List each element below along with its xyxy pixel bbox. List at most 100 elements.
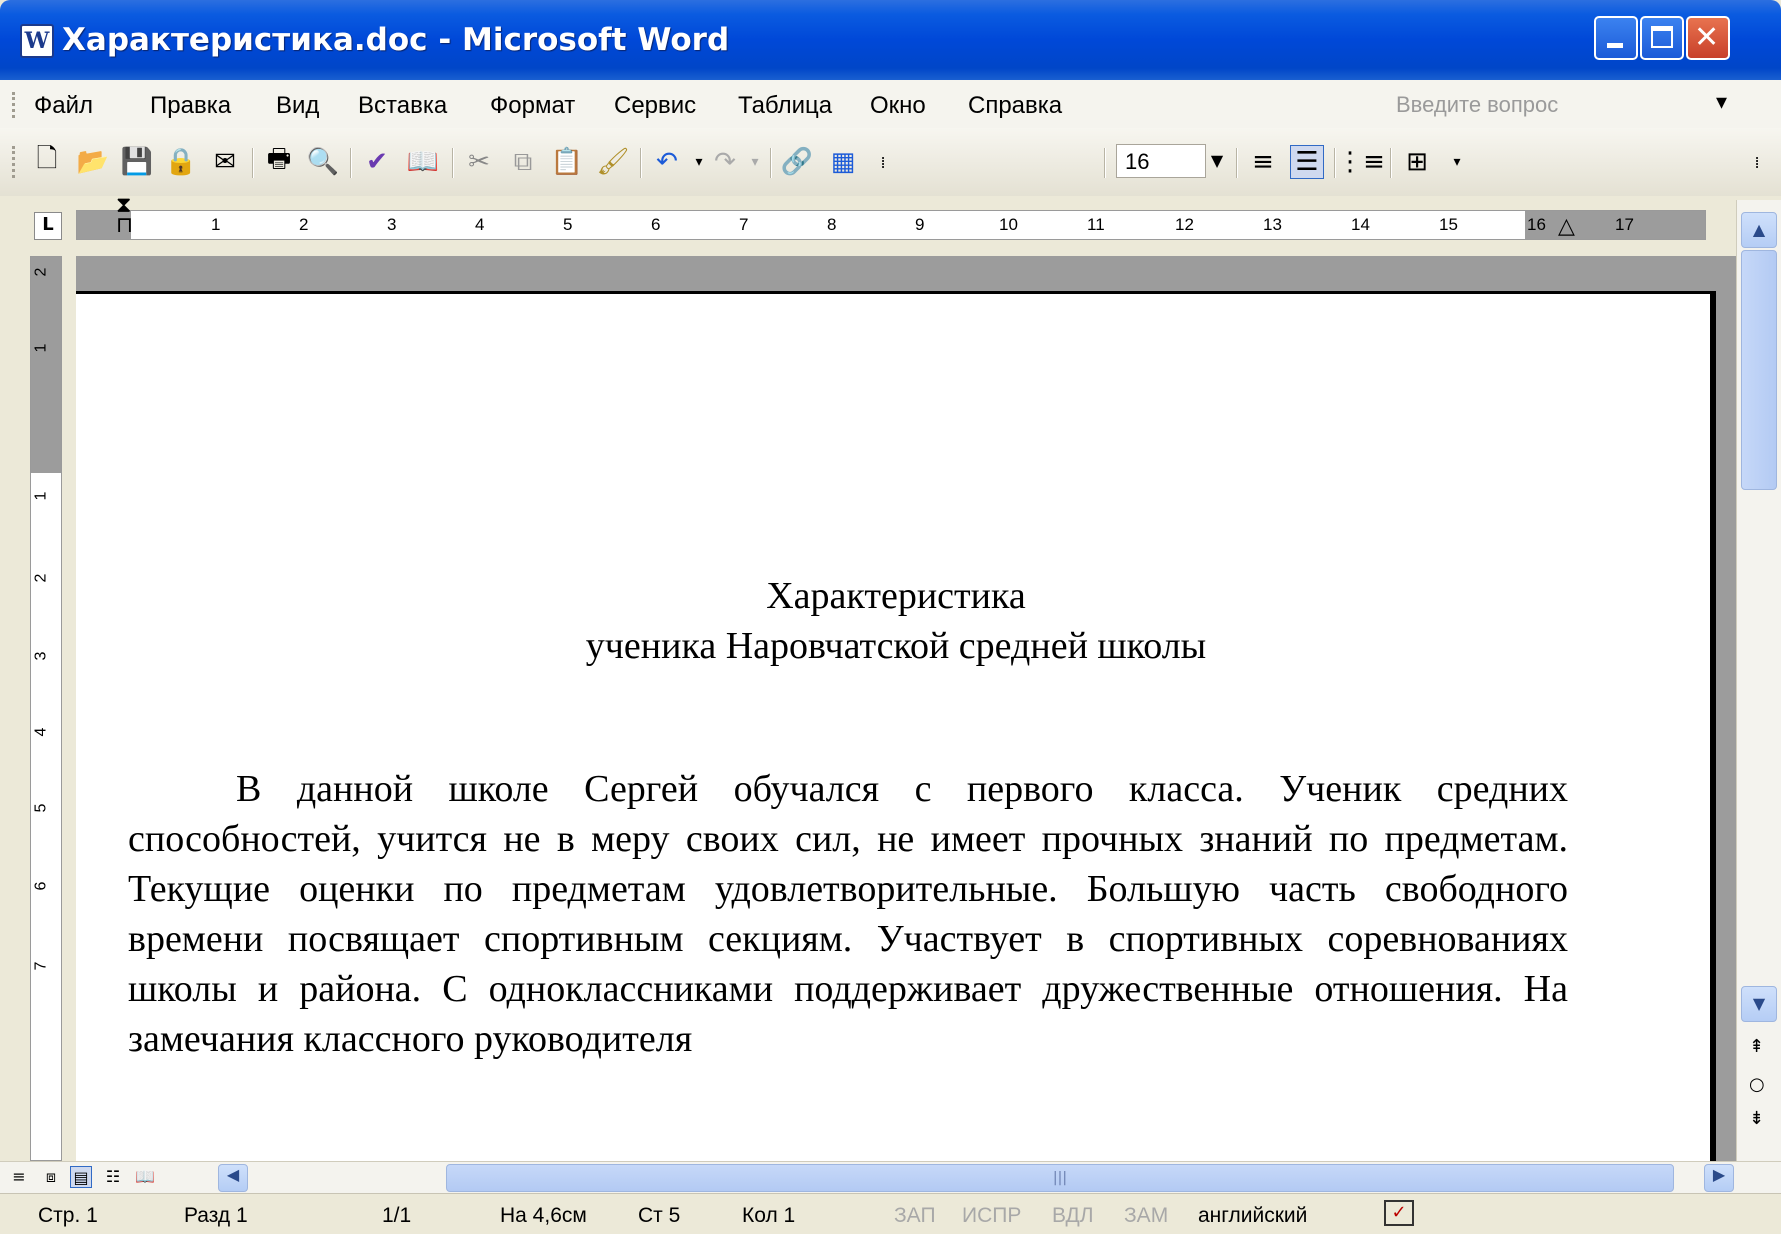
select-browse-object-icon[interactable]: ○ [1749,1074,1765,1095]
redo-dropdown-icon[interactable]: ▾ [738,145,772,179]
permission-icon[interactable]: 🔒 [164,145,198,179]
maximize-icon [1651,26,1673,48]
right-indent-marker[interactable]: △ [1558,214,1575,239]
print-preview-icon[interactable]: 🔍 [306,145,340,179]
redo-icon[interactable]: ↷ [708,145,742,179]
menu-table[interactable]: Таблица [738,92,832,120]
tab-stop-selector[interactable]: L [34,212,62,240]
document-subtitle: ученика Наровчатской средней школы [585,625,1207,667]
help-dropdown-icon[interactable]: ▾ [1716,90,1727,115]
status-column: Кол 1 [742,1204,796,1227]
save-icon[interactable]: 💾 [120,145,154,179]
email-icon[interactable]: ✉ [208,145,242,179]
scroll-down-icon[interactable]: ▼ [1741,986,1777,1022]
open-icon[interactable]: 📂 [76,145,110,179]
menu-file[interactable]: Файл [34,92,93,120]
scroll-up-icon[interactable]: ▲ [1741,212,1777,248]
research-icon[interactable]: 📖 [406,145,440,179]
status-trk[interactable]: ИСПР [962,1204,1021,1228]
ruler-mark: 1 [211,215,221,234]
align-left-icon[interactable]: ≡ [1246,145,1280,179]
ruler-mark: 6 [651,215,661,234]
justify-icon[interactable]: ☰ [1290,145,1324,179]
ruler-mark: 5 [32,803,50,813]
ruler-mark: 8 [827,215,837,234]
reading-layout-icon[interactable]: 📖 [134,1166,156,1188]
ruler-mark: 6 [32,881,50,891]
web-layout-icon[interactable]: ⧈ [40,1166,62,1188]
ruler-mark: 2 [32,573,50,583]
font-size-dropdown-icon[interactable]: ▼ [1206,144,1228,178]
spelling-status-icon[interactable]: ✓ [1384,1200,1414,1226]
cut-icon[interactable]: ✂ [462,145,496,179]
toolbar-separator [1334,148,1336,178]
minimize-button[interactable] [1594,16,1638,60]
scroll-thumb[interactable] [1741,250,1777,490]
vertical-ruler: 2 1 1 2 3 4 5 6 7 [30,256,62,1161]
first-line-indent-marker[interactable]: ⧗ ⊓ [116,195,133,237]
status-position: На 4,6см [500,1204,587,1227]
toolbar-separator [640,148,642,178]
word-doc-icon[interactable]: W [20,24,54,58]
standard-toolbar: 🗋 📂 💾 🔒 ✉ 🖶 🔍 ✔ 📖 ✂ ⧉ 📋 🖌 ↶ ▾ ↷ ▾ 🔗 ▦ ⁞ … [0,128,1781,197]
undo-icon[interactable]: ↶ [650,145,684,179]
new-icon[interactable]: 🗋 [30,144,64,179]
toolbar-separator [770,148,772,178]
ruler-mark: 16 [1527,215,1546,234]
ruler-mark: 13 [1263,215,1282,234]
ruler-mark: 11 [1087,215,1105,234]
ruler-mark: 4 [32,727,50,737]
scroll-left-icon[interactable]: ◀ [218,1164,248,1192]
minimize-icon [1607,43,1623,48]
status-rec[interactable]: ЗАП [894,1204,936,1228]
status-ext[interactable]: ВДЛ [1052,1204,1094,1228]
menu-grip[interactable] [12,92,18,118]
horizontal-scroll-thumb[interactable]: ||| [446,1164,1674,1192]
paste-icon[interactable]: 📋 [550,145,584,179]
menu-bar: Файл Правка Вид Вставка Формат Сервис Та… [0,80,1781,129]
ruler-mark: 7 [32,961,50,971]
status-ovr[interactable]: ЗАМ [1124,1204,1168,1228]
toolbar-options-icon[interactable]: ⁞ [1740,145,1774,179]
status-pages: 1/1 [382,1204,412,1227]
ruler-mark: 1 [32,343,50,353]
menu-insert[interactable]: Вставка [358,92,447,120]
format-painter-icon[interactable]: 🖌 [596,145,630,179]
document-title: Характеристика [766,575,1026,617]
ruler-mark: 14 [1351,215,1370,234]
toolbar-options-icon[interactable]: ⁞ [866,145,900,179]
status-language[interactable]: английский [1198,1204,1307,1228]
border-icon[interactable]: ⊞ [1400,145,1434,179]
scroll-right-icon[interactable]: ▶ [1704,1164,1734,1192]
border-dropdown-icon[interactable]: ▾ [1440,145,1474,179]
print-icon[interactable]: 🖶 [262,144,296,179]
close-button[interactable]: ✕ [1686,16,1730,60]
menu-tools[interactable]: Сервис [614,92,696,120]
hyperlink-icon[interactable]: 🔗 [780,145,814,179]
help-search-input[interactable]: Введите вопрос [1396,92,1558,118]
next-page-icon[interactable]: ⇟ [1749,1108,1764,1129]
outline-view-icon[interactable]: ☷ [102,1166,124,1188]
toolbar-grip[interactable] [12,146,18,178]
normal-view-icon[interactable]: ≡ [8,1166,30,1188]
document-page[interactable]: Характеристика ученика Наровчатской сред… [76,291,1716,1161]
previous-page-icon[interactable]: ⇞ [1749,1036,1764,1057]
ruler-mark: 7 [739,215,749,234]
font-size-field[interactable]: 16 [1116,144,1206,178]
menu-view[interactable]: Вид [276,92,319,120]
numbering-icon[interactable]: ⋮≡ [1337,145,1385,179]
status-bar: Стр. 1 Разд 1 1/1 На 4,6см Ст 5 Кол 1 ЗА… [0,1193,1781,1234]
maximize-button[interactable] [1640,16,1684,60]
menu-format[interactable]: Формат [490,92,575,120]
horizontal-ruler[interactable]: 1 2 3 4 5 6 7 8 9 10 11 12 13 14 15 16 1… [76,210,1706,240]
toolbar-separator [1236,148,1238,178]
menu-window[interactable]: Окно [870,92,926,120]
menu-edit[interactable]: Правка [150,92,231,120]
menu-help[interactable]: Справка [968,92,1062,120]
spelling-icon[interactable]: ✔ [360,145,394,179]
print-layout-icon[interactable]: ▤ [70,1166,92,1188]
table-icon[interactable]: ▦ [826,145,860,179]
vertical-scrollbar[interactable]: ▲ ▼ ⇞ ○ ⇟ [1736,200,1781,1161]
ruler-row: L 1 2 3 4 5 6 7 8 9 10 11 12 13 14 15 16… [0,196,1781,256]
copy-icon[interactable]: ⧉ [506,145,540,179]
